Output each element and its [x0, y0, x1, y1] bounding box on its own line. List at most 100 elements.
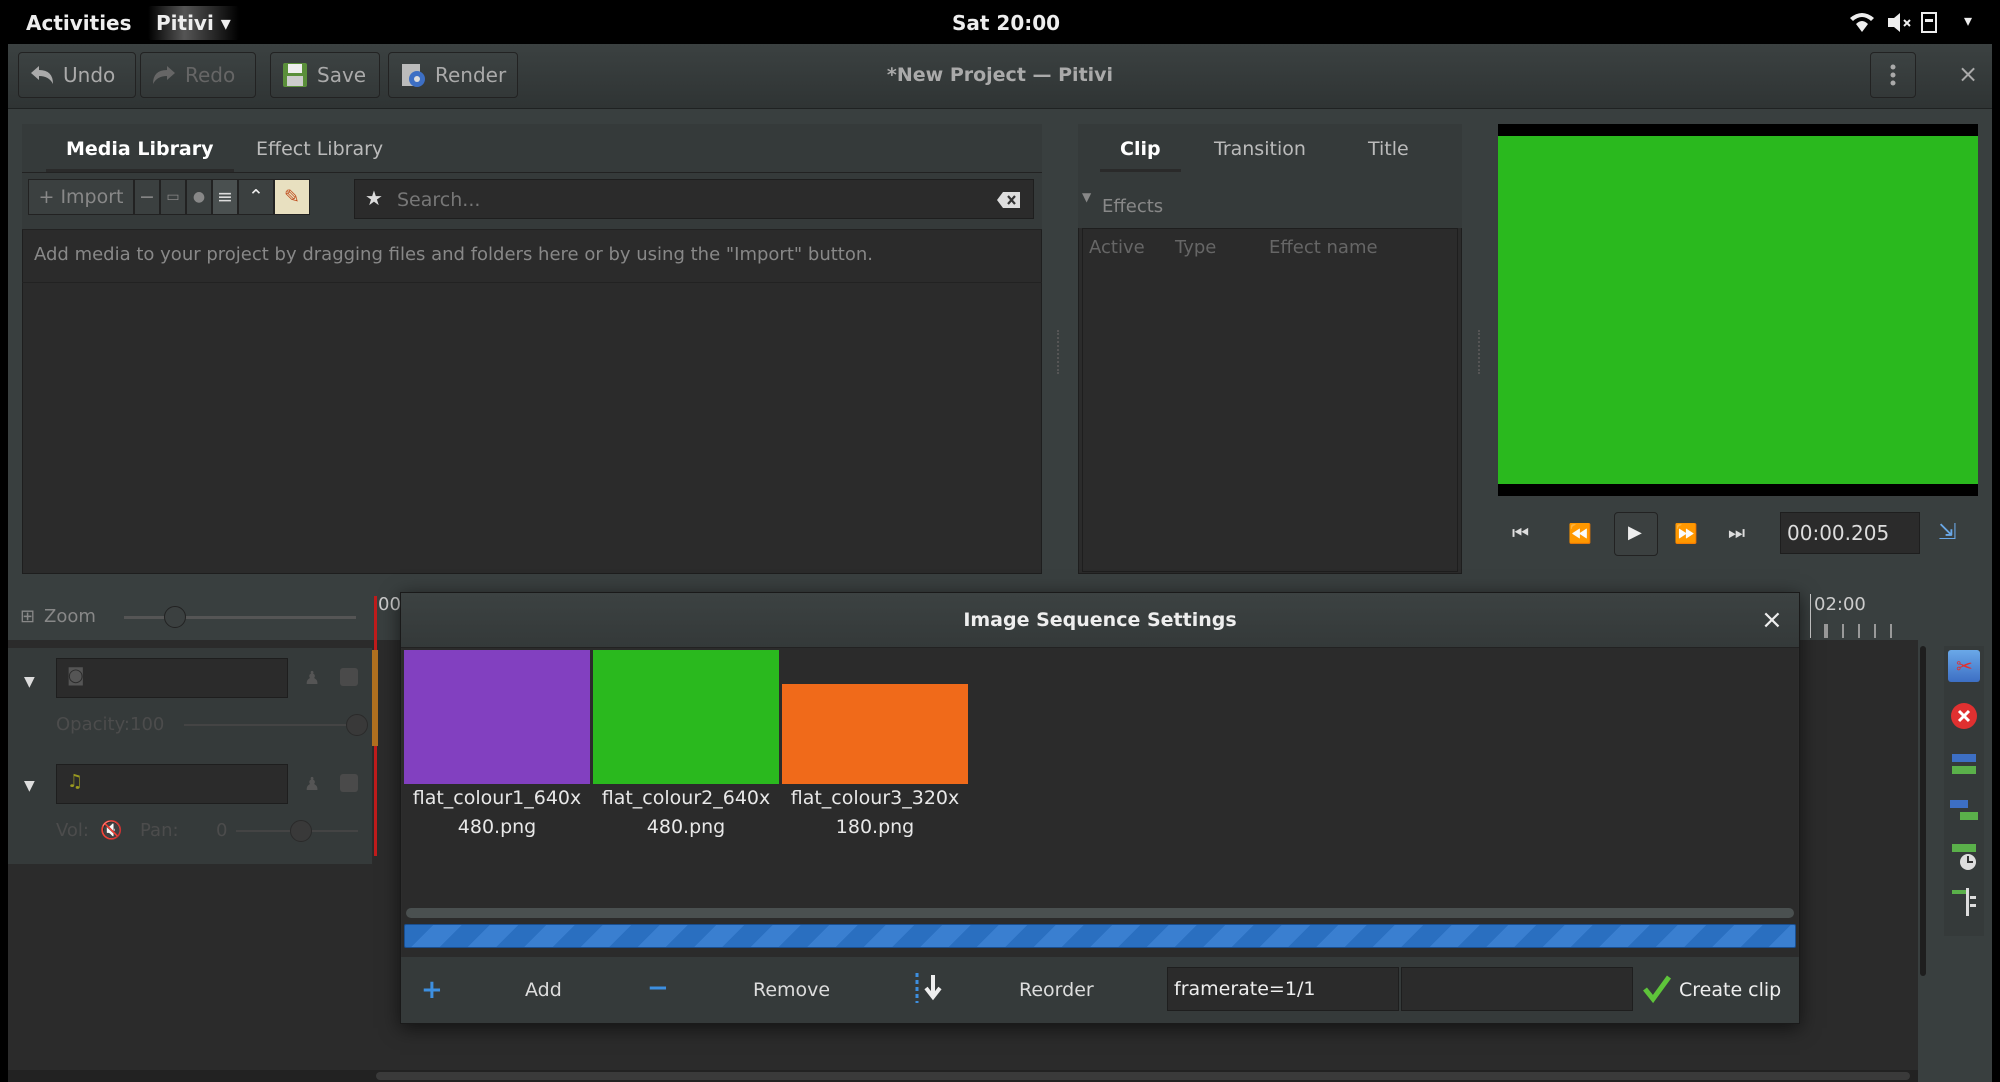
go-to-start-icon[interactable]: ⏮ [1512, 522, 1529, 544]
tab-clip[interactable]: Clip [1100, 138, 1180, 172]
split-clip-icon[interactable]: ✂ [1948, 650, 1980, 682]
video-layer-icon: ◙ [67, 665, 85, 686]
ungroup-clips-icon[interactable] [1948, 794, 1980, 826]
solo-icon[interactable]: ♟ [304, 668, 320, 689]
insert-at-end-button[interactable]: ⌃ [238, 179, 274, 215]
delete-clip-icon[interactable] [1948, 700, 1980, 732]
image-caption[interactable]: flat_colour2_640x 480.png [591, 784, 781, 842]
system-top-bar: Activities Pitivi ▾ Sat 20:00 ▾ [0, 0, 2000, 46]
tab-effect-library[interactable]: Effect Library [256, 138, 383, 160]
image-filename-line2: 480.png [646, 816, 726, 838]
group-clips-icon[interactable] [1948, 748, 1980, 780]
document-icon: ▭ [166, 189, 180, 205]
effects-list: Active Type Effect name [1082, 228, 1458, 572]
layer1-name-field[interactable]: ◙ [56, 658, 288, 698]
image-caption[interactable]: flat_colour1_640x 480.png [402, 784, 592, 842]
list-icon: ≡ [217, 186, 233, 208]
activities-button[interactable]: Activities [26, 11, 132, 35]
mute-checkbox[interactable] [340, 668, 358, 686]
menu-button[interactable] [1870, 52, 1916, 98]
clip-name-field[interactable] [1401, 967, 1633, 1011]
layer2-name-field[interactable]: ♫ [56, 764, 288, 804]
layer-collapse-icon[interactable]: ▼ [24, 778, 35, 794]
column-effect-name[interactable]: Effect name [1269, 237, 1378, 258]
image-thumbnail[interactable] [782, 684, 968, 784]
play-button[interactable]: ▶ [1614, 512, 1658, 556]
opacity-slider[interactable] [184, 724, 356, 726]
library-tabs: Media Library Effect Library [22, 124, 1042, 172]
add-icon[interactable]: + [421, 975, 443, 1005]
zoom-slider[interactable] [124, 616, 356, 619]
list-scrollbar[interactable] [406, 908, 1794, 918]
keyframe-icon[interactable] [1948, 886, 1980, 918]
opacity-slider-handle[interactable] [346, 714, 368, 736]
minus-icon[interactable]: − [647, 973, 669, 1003]
add-button[interactable]: Add [525, 979, 562, 1001]
tab-media-library[interactable]: Media Library [46, 138, 233, 172]
effects-label: Effects [1102, 196, 1164, 217]
pane-handle[interactable] [1057, 330, 1062, 374]
reorder-icon[interactable] [913, 971, 945, 1005]
go-to-end-icon[interactable]: ⏭ [1728, 522, 1745, 544]
preview-button[interactable]: ● [186, 179, 212, 215]
remove-button[interactable]: Remove [753, 979, 830, 1001]
horizontal-scrollbar-thumb[interactable] [376, 1072, 1910, 1080]
list-view-button[interactable]: ≡ [212, 179, 238, 215]
playback-controls: ⏮ ⏪ ▶ ⏩ ⏭ 00:00.205 ⇲ [1498, 508, 1978, 558]
search-field[interactable]: ★ Search... [354, 179, 1034, 219]
fast-forward-icon[interactable]: ⏩ [1674, 522, 1698, 545]
edit-button[interactable]: ✎ [274, 179, 310, 215]
image-caption[interactable]: flat_colour3_320x 180.png [780, 784, 970, 842]
zoom-label: Zoom [44, 606, 96, 627]
vertical-scrollbar[interactable] [1920, 646, 1926, 976]
zoom-slider-handle[interactable] [164, 606, 186, 628]
window-close-button[interactable]: × [1958, 60, 1978, 88]
image-filename-line2: 180.png [835, 816, 915, 838]
image-thumbnail[interactable] [404, 650, 590, 784]
create-clip-button[interactable]: Create clip [1639, 967, 1791, 1011]
app-menu[interactable]: Pitivi ▾ [148, 6, 239, 40]
zoom-icon: ⊞ [20, 606, 36, 627]
column-type[interactable]: Type [1175, 237, 1216, 258]
lightbulb-icon: ● [192, 189, 206, 205]
effects-expander[interactable]: ▼ Effects [1078, 172, 1462, 228]
import-button[interactable]: + Import [28, 179, 134, 215]
checkmark-icon [1643, 975, 1672, 1004]
layer-collapse-icon[interactable]: ▼ [24, 674, 35, 690]
timecode-entry[interactable]: 00:00.205 [1780, 512, 1920, 554]
dialog-close-button[interactable]: × [1761, 605, 1783, 635]
reorder-button[interactable]: Reorder [1019, 979, 1094, 1001]
star-icon: ★ [365, 186, 383, 210]
detach-viewer-icon[interactable]: ⇲ [1938, 520, 1956, 545]
pan-slider-handle[interactable] [290, 820, 312, 842]
image-thumbnail[interactable] [593, 650, 779, 784]
pane-handle[interactable] [1478, 330, 1483, 374]
ruler-start: 00 [378, 594, 401, 615]
tab-transition[interactable]: Transition [1214, 138, 1306, 160]
dialog-titlebar: Image Sequence Settings × [401, 593, 1799, 648]
system-status-icons[interactable] [1848, 10, 1948, 36]
column-active[interactable]: Active [1089, 237, 1145, 258]
vertical-dots-icon [1890, 64, 1896, 86]
volume-muted-icon[interactable]: 🔇 [100, 820, 122, 841]
align-clips-icon[interactable] [1948, 840, 1980, 872]
library-toolbar: + Import − ▭ ● ≡ ⌃ ✎ ★ Search... [22, 172, 1042, 230]
preview-frame [1498, 136, 1978, 484]
solo-icon[interactable]: ♟ [304, 774, 320, 795]
remove-media-button[interactable]: − [134, 179, 160, 215]
ruler-end: 02:00 [1814, 594, 1866, 615]
clip-properties-button[interactable]: ▭ [160, 179, 186, 215]
system-menu-arrow[interactable]: ▾ [1964, 11, 1972, 30]
clear-search-icon[interactable] [997, 191, 1021, 209]
clock[interactable]: Sat 20:00 [952, 11, 1060, 35]
mute-checkbox[interactable] [340, 774, 358, 792]
framerate-field[interactable]: framerate=1/1 [1167, 967, 1399, 1011]
layer2-pan-label: Pan: [140, 820, 179, 841]
image-list: flat_colour1_640x 480.png flat_colour2_64… [402, 648, 1798, 1006]
dialog-action-bar: + Add − Remove Reorder framerate=1/1 Cre… [401, 957, 1799, 1023]
rewind-icon[interactable]: ⏪ [1568, 522, 1592, 545]
image-filename-line1: flat_colour2_640x [601, 787, 771, 809]
layer2-pan-value: 0 [216, 820, 228, 841]
clip-tabs: Clip Transition Title [1078, 124, 1462, 172]
tab-title[interactable]: Title [1368, 138, 1409, 160]
